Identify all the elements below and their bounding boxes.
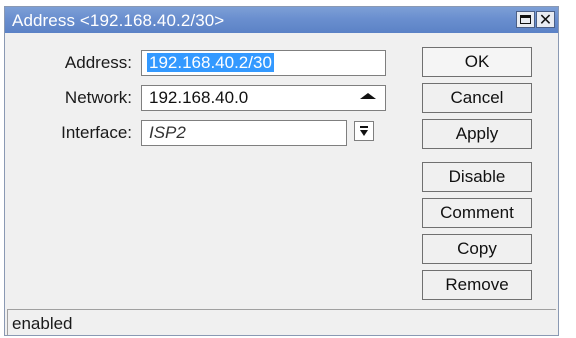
copy-button[interactable]: Copy	[422, 234, 532, 264]
interface-dropdown-button[interactable]	[354, 121, 374, 141]
maximize-icon	[520, 15, 531, 24]
network-label: Network:	[64, 88, 132, 107]
maximize-button[interactable]	[516, 11, 535, 28]
dropdown-icon	[360, 126, 368, 128]
window-title: Address <192.168.40.2/30>	[12, 11, 225, 30]
apply-button[interactable]: Apply	[422, 119, 532, 149]
close-icon: ✕	[538, 10, 553, 29]
network-value: 192.168.40.0	[149, 88, 249, 107]
status-bar: enabled	[7, 309, 556, 335]
disable-button[interactable]: Disable	[422, 162, 532, 192]
address-dialog: Address <192.168.40.2/30> ✕ Address: 192…	[4, 6, 559, 336]
arrow-up-icon[interactable]	[360, 93, 376, 99]
address-value: 192.168.40.2/30	[147, 53, 274, 72]
remove-button[interactable]: Remove	[422, 270, 532, 300]
address-label: Address:	[64, 53, 132, 72]
status-text: enabled	[12, 314, 73, 333]
interface-value: ISP2	[149, 123, 186, 142]
network-input[interactable]: 192.168.40.0	[141, 85, 386, 111]
close-button[interactable]: ✕	[536, 10, 555, 29]
address-input[interactable]: 192.168.40.2/30	[141, 50, 386, 76]
cancel-button[interactable]: Cancel	[422, 83, 532, 113]
title-bar[interactable]: Address <192.168.40.2/30> ✕	[5, 7, 558, 33]
comment-button[interactable]: Comment	[422, 198, 532, 228]
interface-label: Interface:	[61, 123, 132, 142]
interface-select[interactable]: ISP2	[141, 120, 347, 146]
ok-button[interactable]: OK	[422, 47, 532, 77]
